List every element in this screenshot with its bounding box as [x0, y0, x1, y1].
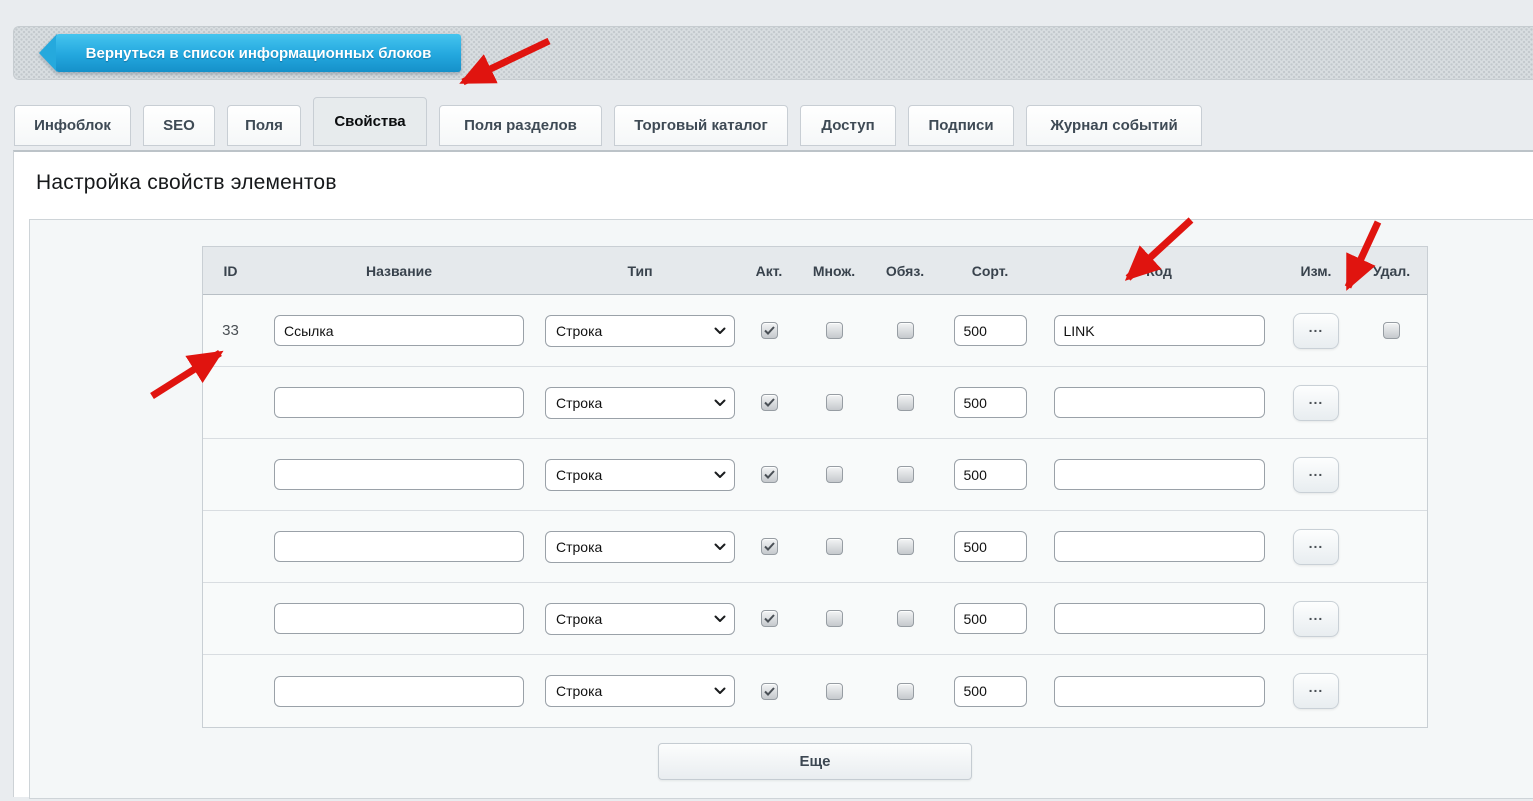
code-input[interactable] [1054, 676, 1265, 707]
top-bar: Вернуться в список информационных блоков [13, 26, 1533, 80]
column-header-name: Название [258, 263, 540, 279]
tab-event-log[interactable]: Журнал событий [1026, 105, 1202, 146]
required-checkbox[interactable] [897, 466, 914, 483]
name-input[interactable] [274, 387, 524, 418]
type-select-wrap: Строка [545, 675, 735, 707]
active-checkbox[interactable] [761, 538, 778, 555]
active-checkbox[interactable] [761, 683, 778, 700]
edit-button[interactable]: ... [1293, 457, 1339, 493]
table-body: 33 Строка ... [203, 295, 1427, 727]
active-checkbox[interactable] [761, 322, 778, 339]
tab-trade-catalog[interactable]: Торговый каталог [614, 105, 788, 146]
more-button[interactable]: Еще [658, 743, 972, 780]
properties-panel: IDНазваниеТипАкт.Множ.Обяз.Сорт.КодИзм.У… [29, 219, 1533, 799]
sort-input[interactable] [954, 387, 1027, 418]
multiple-checkbox[interactable] [826, 394, 843, 411]
table-row: Строка ... [203, 655, 1427, 727]
type-select-wrap: Строка [545, 387, 735, 419]
sort-input[interactable] [954, 459, 1027, 490]
multiple-checkbox[interactable] [826, 466, 843, 483]
name-input[interactable] [274, 315, 524, 346]
column-header-code: Код [1040, 263, 1278, 279]
column-header-id: ID [203, 263, 258, 279]
edit-button[interactable]: ... [1293, 385, 1339, 421]
required-checkbox[interactable] [897, 610, 914, 627]
required-checkbox[interactable] [897, 322, 914, 339]
tab-bar: Инфоблок SEO Поля Свойства Поля разделов Торг… [14, 97, 1202, 146]
edit-button[interactable]: ... [1293, 601, 1339, 637]
tab-captions[interactable]: Подписи [908, 105, 1014, 146]
tab-seo[interactable]: SEO [143, 105, 215, 146]
multiple-checkbox[interactable] [826, 683, 843, 700]
type-select-wrap: Строка [545, 315, 735, 347]
column-header-multiple: Множ. [798, 263, 870, 279]
name-input[interactable] [274, 459, 524, 490]
tab-fields[interactable]: Поля [227, 105, 301, 146]
edit-button[interactable]: ... [1293, 529, 1339, 565]
table-row: Строка ... [203, 439, 1427, 511]
column-header-active: Акт. [740, 263, 798, 279]
code-input[interactable] [1054, 531, 1265, 562]
back-button-label: Вернуться в список информационных блоков [56, 34, 461, 72]
table-row: 33 Строка ... [203, 295, 1427, 367]
column-header-edit: Изм. [1278, 263, 1354, 279]
column-header-delete: Удал. [1354, 263, 1429, 279]
sort-input[interactable] [954, 315, 1027, 346]
column-header-sort: Сорт. [940, 263, 1040, 279]
type-select[interactable]: Строка [545, 675, 735, 707]
column-header-required: Обяз. [870, 263, 940, 279]
name-input[interactable] [274, 603, 524, 634]
type-select-wrap: Строка [545, 603, 735, 635]
table-row: Строка ... [203, 367, 1427, 439]
sort-input[interactable] [954, 676, 1027, 707]
multiple-checkbox[interactable] [826, 610, 843, 627]
active-checkbox[interactable] [761, 394, 778, 411]
code-input[interactable] [1054, 459, 1265, 490]
properties-table: IDНазваниеТипАкт.Множ.Обяз.Сорт.КодИзм.У… [202, 246, 1428, 728]
tab-section-fields[interactable]: Поля разделов [439, 105, 602, 146]
type-select-wrap: Строка [545, 459, 735, 491]
active-checkbox[interactable] [761, 610, 778, 627]
column-header-type: Тип [540, 263, 740, 279]
back-arrow-point-icon [39, 34, 57, 72]
tab-infoblock[interactable]: Инфоблок [14, 105, 131, 146]
edit-button[interactable]: ... [1293, 673, 1339, 709]
name-input[interactable] [274, 531, 524, 562]
table-row: Строка ... [203, 583, 1427, 655]
sort-input[interactable] [954, 603, 1027, 634]
type-select[interactable]: Строка [545, 603, 735, 635]
code-input[interactable] [1054, 603, 1265, 634]
type-select[interactable]: Строка [545, 459, 735, 491]
page-title: Настройка свойств элементов [36, 171, 337, 195]
name-input[interactable] [274, 676, 524, 707]
row-id: 33 [222, 322, 239, 339]
required-checkbox[interactable] [897, 394, 914, 411]
required-checkbox[interactable] [897, 683, 914, 700]
multiple-checkbox[interactable] [826, 322, 843, 339]
type-select-wrap: Строка [545, 531, 735, 563]
type-select[interactable]: Строка [545, 531, 735, 563]
required-checkbox[interactable] [897, 538, 914, 555]
sort-input[interactable] [954, 531, 1027, 562]
type-select[interactable]: Строка [545, 315, 735, 347]
type-select[interactable]: Строка [545, 387, 735, 419]
active-checkbox[interactable] [761, 466, 778, 483]
content-area: Настройка свойств элементов IDНазваниеТи… [13, 150, 1533, 797]
tab-access[interactable]: Доступ [800, 105, 896, 146]
delete-checkbox[interactable] [1383, 322, 1400, 339]
table-header-row: IDНазваниеТипАкт.Множ.Обяз.Сорт.КодИзм.У… [203, 247, 1427, 295]
table-row: Строка ... [203, 511, 1427, 583]
multiple-checkbox[interactable] [826, 538, 843, 555]
code-input[interactable] [1054, 387, 1265, 418]
tab-properties[interactable]: Свойства [313, 97, 427, 146]
code-input[interactable] [1054, 315, 1265, 346]
edit-button[interactable]: ... [1293, 313, 1339, 349]
back-button[interactable]: Вернуться в список информационных блоков [39, 34, 461, 72]
